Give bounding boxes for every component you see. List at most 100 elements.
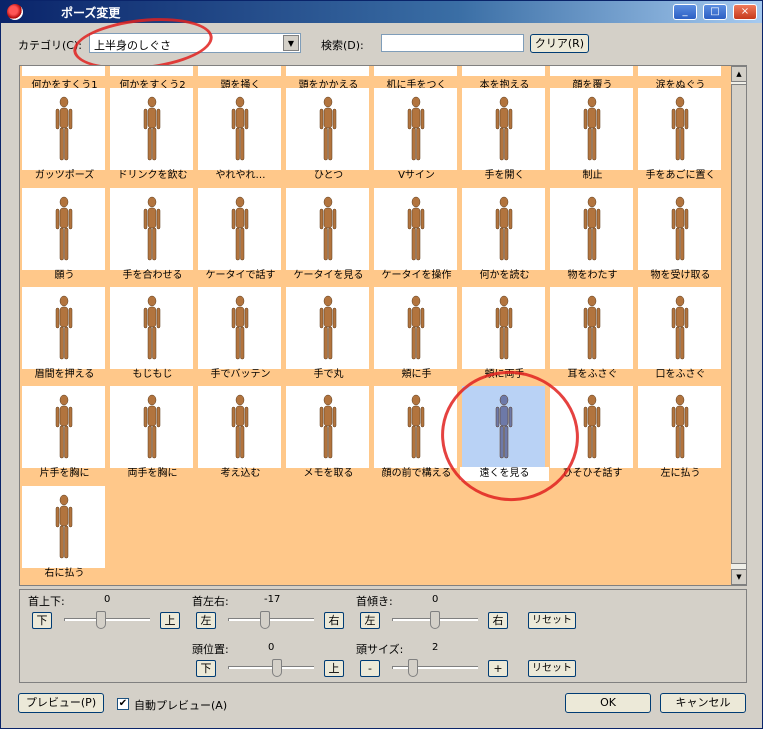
pose-label: Vサイン bbox=[398, 170, 435, 181]
pose-thumbnail bbox=[550, 188, 633, 270]
pose-item[interactable]: 左に払う bbox=[636, 384, 721, 481]
pose-item[interactable]: ガッツポーズ bbox=[20, 86, 105, 183]
slider-thumb[interactable] bbox=[272, 659, 282, 677]
pose-item[interactable]: 右に払う bbox=[20, 484, 105, 581]
scroll-thumb[interactable] bbox=[731, 84, 746, 564]
slider-thumb[interactable] bbox=[96, 611, 106, 629]
pose-item[interactable]: Vサイン bbox=[372, 86, 457, 183]
neck-lr-label: 首左右: bbox=[192, 595, 229, 608]
adjust-panel: 首上下: 0 下 上 首左右: -17 左 右 首傾き: 0 左 右 リセット … bbox=[19, 589, 747, 683]
pose-item[interactable]: ケータイを操作 bbox=[372, 186, 457, 283]
category-value: 上半身のしぐさ bbox=[94, 39, 171, 52]
pose-item[interactable]: 手で丸 bbox=[284, 285, 369, 382]
pose-label: ケータイを操作 bbox=[381, 270, 452, 281]
pose-item[interactable]: 片手を胸に bbox=[20, 384, 105, 481]
clear-button[interactable]: クリア(R) bbox=[530, 34, 589, 53]
mannequin-figure-icon bbox=[231, 394, 248, 459]
pose-item[interactable]: 物を受け取る bbox=[636, 186, 721, 283]
slider-track bbox=[228, 618, 314, 621]
pose-thumbnail bbox=[198, 188, 281, 270]
pose-item[interactable]: 手を合わせる bbox=[108, 186, 193, 283]
slider-thumb[interactable] bbox=[260, 611, 270, 629]
pose-item[interactable]: 頬に両手 bbox=[460, 285, 545, 382]
pose-thumbnail bbox=[22, 88, 105, 170]
pose-item[interactable]: 手をあごに置く bbox=[636, 86, 721, 183]
neck-lr-slider[interactable] bbox=[228, 610, 314, 630]
slider-thumb[interactable] bbox=[408, 659, 418, 677]
pose-thumbnail bbox=[22, 486, 105, 568]
head-smaller-button[interactable]: - bbox=[360, 660, 380, 677]
scroll-up-icon[interactable]: ▲ bbox=[731, 66, 746, 82]
pose-item[interactable]: 制止 bbox=[548, 86, 633, 183]
pose-item[interactable]: 遠くを見る bbox=[460, 384, 549, 481]
pose-thumbnail bbox=[110, 386, 193, 468]
neck-updown-slider[interactable] bbox=[64, 610, 150, 630]
pose-thumbnail bbox=[462, 188, 545, 270]
head-larger-button[interactable]: + bbox=[488, 660, 508, 677]
reset-button-neck[interactable]: リセット bbox=[528, 612, 576, 629]
neck-updown-value: 0 bbox=[104, 594, 111, 605]
pose-item[interactable]: ひとつ bbox=[284, 86, 369, 183]
search-input[interactable] bbox=[381, 34, 524, 52]
pose-thumbnail bbox=[638, 66, 721, 76]
pose-item[interactable]: 耳をふさぐ bbox=[548, 285, 633, 382]
pose-item[interactable]: 手でバッテン bbox=[196, 285, 281, 382]
neck-up-button[interactable]: 上 bbox=[160, 612, 180, 629]
maximize-button[interactable]: □ bbox=[703, 4, 727, 20]
ok-button[interactable]: OK bbox=[565, 693, 651, 713]
pose-item[interactable]: ケータイを見る bbox=[284, 186, 369, 283]
reset-button-head[interactable]: リセット bbox=[528, 660, 576, 677]
pose-item[interactable]: 何かを読む bbox=[460, 186, 545, 283]
tilt-right-button[interactable]: 右 bbox=[488, 612, 508, 629]
close-button[interactable]: × bbox=[733, 4, 757, 20]
pose-item[interactable]: 物をわたす bbox=[548, 186, 633, 283]
pose-item[interactable]: 考え込む bbox=[196, 384, 281, 481]
head-pos-slider[interactable] bbox=[228, 658, 314, 678]
mannequin-figure-icon bbox=[671, 394, 688, 459]
pose-label: 手で丸 bbox=[313, 369, 344, 380]
neck-down-button[interactable]: 下 bbox=[32, 612, 52, 629]
pose-item[interactable]: 顔の前で構える bbox=[372, 384, 457, 481]
pose-label: 手でバッテン bbox=[210, 369, 271, 380]
pose-item[interactable]: 眉間を押える bbox=[20, 285, 105, 382]
slider-thumb[interactable] bbox=[430, 611, 440, 629]
scroll-down-icon[interactable]: ▼ bbox=[731, 569, 746, 585]
pose-item[interactable]: 口をふさぐ bbox=[636, 285, 721, 382]
vertical-scrollbar[interactable]: ▲ ▼ bbox=[731, 66, 746, 585]
minimize-button[interactable]: _ bbox=[673, 4, 697, 20]
pose-item[interactable]: ドリンクを飲む bbox=[108, 86, 193, 183]
pose-item[interactable]: やれやれ… bbox=[196, 86, 281, 183]
cancel-button[interactable]: キャンセル bbox=[660, 693, 746, 713]
neck-left-button[interactable]: 左 bbox=[196, 612, 216, 629]
mannequin-figure-icon bbox=[319, 196, 336, 261]
mannequin-figure-icon bbox=[583, 295, 600, 360]
tilt-left-button[interactable]: 左 bbox=[360, 612, 380, 629]
pose-item[interactable]: もじもじ bbox=[108, 285, 193, 382]
head-up-button[interactable]: 上 bbox=[324, 660, 344, 677]
pose-item[interactable]: 手を開く bbox=[460, 86, 545, 183]
pose-item[interactable]: 両手を胸に bbox=[108, 384, 193, 481]
neck-tilt-slider[interactable] bbox=[392, 610, 478, 630]
pose-label: 考え込む bbox=[220, 468, 261, 479]
pose-item[interactable]: メモを取る bbox=[284, 384, 369, 481]
pose-thumbnail bbox=[286, 287, 369, 369]
pose-label: 制止 bbox=[582, 170, 603, 181]
neck-lr-value: -17 bbox=[264, 594, 281, 605]
neck-tilt-label: 首傾き: bbox=[356, 595, 393, 608]
head-pos-label: 頭位置: bbox=[192, 643, 229, 656]
preview-button[interactable]: プレビュー(P) bbox=[18, 693, 104, 713]
head-down-button[interactable]: 下 bbox=[196, 660, 216, 677]
pose-item[interactable]: ケータイで話す bbox=[196, 186, 281, 283]
auto-preview-checkbox[interactable]: ✔ bbox=[117, 698, 129, 710]
neck-right-button[interactable]: 右 bbox=[324, 612, 344, 629]
mannequin-figure-icon bbox=[407, 295, 424, 360]
pose-label: 眉間を押える bbox=[34, 369, 95, 380]
head-size-slider[interactable] bbox=[392, 658, 478, 678]
chevron-down-icon[interactable]: ▼ bbox=[283, 35, 299, 51]
mannequin-figure-icon bbox=[495, 196, 512, 261]
pose-item[interactable]: ひそひそ話す bbox=[548, 384, 633, 481]
category-select[interactable]: 上半身のしぐさ ▼ bbox=[89, 33, 301, 53]
pose-thumbnail bbox=[638, 386, 721, 468]
pose-item[interactable]: 願う bbox=[20, 186, 105, 283]
pose-item[interactable]: 頬に手 bbox=[372, 285, 457, 382]
